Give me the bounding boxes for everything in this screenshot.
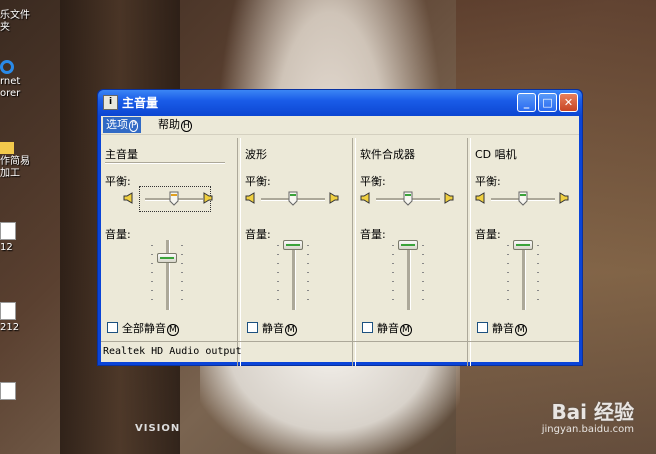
desktop-icon-file-2[interactable]: 212 [0, 302, 60, 334]
volume-slider-thumb[interactable] [283, 240, 303, 250]
desktop-icon-music-folder[interactable]: 乐文件 夹 [0, 10, 60, 34]
panel-wave: 波形 平衡: 音量: 静音 M [241, 140, 351, 366]
volume-control-window: i 主音量 _ □ ✕ 选项 P 帮助 H 主音量 平衡: 音量: 全部静音 M… [97, 89, 583, 366]
close-button[interactable]: ✕ [559, 93, 578, 112]
panel-title: 主音量 [105, 148, 138, 161]
balance-slider-thumb[interactable] [288, 191, 298, 206]
menu-help[interactable]: 帮助 H [155, 117, 195, 133]
title-bar[interactable]: i 主音量 _ □ ✕ [98, 90, 582, 116]
volume-slider-thumb[interactable] [157, 253, 177, 264]
speaker-left-icon [475, 192, 485, 204]
desktop-icon-label: 12 [0, 242, 13, 253]
menu-help-label: 帮助 [158, 118, 180, 131]
volume-track [522, 240, 526, 310]
panel-title: CD 唱机 [475, 148, 517, 161]
volume-label: 音量: [245, 228, 271, 241]
volume-ticks [181, 245, 183, 308]
volume-ticks [422, 245, 424, 308]
balance-slider-thumb[interactable] [403, 191, 413, 206]
file-icon [0, 302, 16, 320]
volume-label: 音量: [360, 228, 386, 241]
mute-all-label: 全部静音 M [122, 322, 179, 336]
volume-track [292, 240, 296, 310]
balance-label: 平衡: [245, 175, 271, 188]
mute-label: 静音 M [377, 322, 412, 336]
volume-label: 音量: [475, 228, 501, 241]
mute-checkbox[interactable] [362, 322, 373, 333]
mute-all-checkbox[interactable] [107, 322, 118, 333]
panel-cd-player: CD 唱机 平衡: 音量: 静音 M [471, 140, 579, 366]
menu-options[interactable]: 选项 P [103, 117, 142, 133]
volume-track [166, 240, 170, 310]
panel-title: 波形 [245, 148, 267, 161]
speaker-app-icon: i [103, 95, 118, 110]
menu-help-key: H [181, 120, 192, 132]
desktop-icon-label: 212 [0, 322, 20, 333]
volume-ticks [151, 245, 153, 308]
mute-checkbox[interactable] [477, 322, 488, 333]
minimize-button[interactable]: _ [517, 93, 536, 112]
desktop-icon-file-3[interactable] [0, 382, 60, 402]
menu-options-key: P [129, 120, 139, 132]
volume-ticks [307, 245, 309, 308]
desktop-icon-internet-explorer[interactable]: rnet orer [0, 60, 60, 100]
menu-bar: 选项 P 帮助 H [101, 116, 579, 135]
panel-software-synth: 软件合成器 平衡: 音量: 静音 M [356, 140, 466, 366]
speaker-left-icon [360, 192, 370, 204]
desktop-icon-folder[interactable]: 作简易 加工 [0, 142, 60, 180]
balance-label: 平衡: [105, 175, 131, 188]
speaker-right-icon [559, 192, 569, 204]
mute-checkbox[interactable] [247, 322, 258, 333]
speaker-left-icon [245, 192, 255, 204]
window-client: 选项 P 帮助 H 主音量 平衡: 音量: 全部静音 M 波形 平衡: 音量: … [101, 116, 579, 366]
volume-slider-thumb[interactable] [398, 240, 418, 250]
speaker-right-icon [203, 192, 213, 204]
volume-ticks [392, 245, 394, 308]
speaker-right-icon [329, 192, 339, 204]
desktop-icon-label: 乐文件 夹 [0, 10, 30, 33]
balance-slider-thumb[interactable] [169, 191, 179, 206]
baidu-watermark-url: jingyan.baidu.com [541, 424, 634, 435]
balance-slider-thumb[interactable] [518, 191, 528, 206]
mute-label: 静音 M [492, 322, 527, 336]
file-icon [0, 382, 16, 400]
maximize-button[interactable]: □ [538, 93, 557, 112]
desktop-icon-label: rnet orer [0, 76, 21, 99]
panel-master-volume: 主音量 平衡: 音量: 全部静音 M [101, 140, 236, 366]
file-icon [0, 222, 16, 240]
speaker-left-icon [123, 192, 133, 204]
volume-ticks [537, 245, 539, 308]
desktop-icon-file-1[interactable]: 12 [0, 222, 60, 254]
window-title: 主音量 [122, 96, 159, 110]
volume-ticks [507, 245, 509, 308]
desktop-icon-label: 作简易 加工 [0, 156, 30, 179]
brand-logo: VISION [135, 423, 181, 434]
volume-label: 音量: [105, 228, 131, 241]
speaker-right-icon [444, 192, 454, 204]
panel-title: 软件合成器 [360, 148, 415, 161]
mute-label: 静音 M [262, 322, 297, 336]
folder-icon [0, 142, 14, 154]
menu-options-label: 选项 [106, 118, 128, 131]
volume-track [407, 240, 411, 310]
panel-title-divider [105, 162, 225, 164]
balance-label: 平衡: [360, 175, 386, 188]
baidu-watermark: Bai 经验 [551, 400, 634, 424]
volume-slider-thumb[interactable] [513, 240, 533, 250]
ie-icon [0, 60, 14, 74]
volume-ticks [277, 245, 279, 308]
status-bar: Realtek HD Audio output [101, 341, 579, 362]
balance-label: 平衡: [475, 175, 501, 188]
